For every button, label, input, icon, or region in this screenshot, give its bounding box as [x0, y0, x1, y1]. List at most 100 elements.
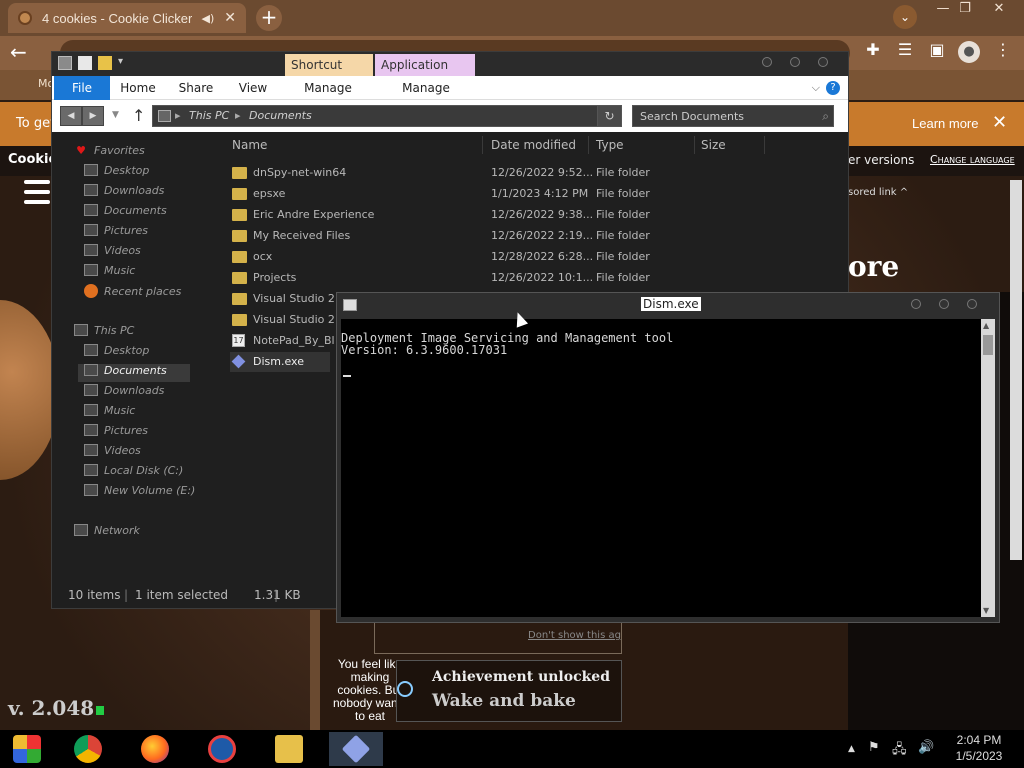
- tab-close-icon[interactable]: ✕: [224, 10, 236, 26]
- column-name[interactable]: Name: [232, 138, 267, 152]
- nav-fav-pictures[interactable]: Pictures: [84, 224, 148, 242]
- change-language-link[interactable]: Change language: [930, 153, 1015, 166]
- file-row[interactable]: Visual Studio 2: [230, 289, 340, 309]
- tab-view[interactable]: View: [234, 76, 272, 100]
- nav-fav-downloads[interactable]: Downloads: [84, 184, 164, 202]
- help-icon[interactable]: ?: [826, 81, 840, 95]
- file-row[interactable]: My Received Files 12/26/2022 2:19... File …: [230, 226, 770, 246]
- nav-pc-documents[interactable]: Documents: [78, 364, 190, 382]
- action-center-flag-icon[interactable]: ⚑: [868, 740, 880, 755]
- tab-search-button[interactable]: ⌄: [893, 5, 917, 29]
- nav-fav-videos[interactable]: Videos: [84, 244, 141, 262]
- file-row[interactable]: Eric Andre Experience 12/26/2022 9:38... F…: [230, 205, 770, 225]
- nav-fav-recent-places[interactable]: Recent places: [84, 284, 181, 302]
- up-arrow-icon[interactable]: ↑: [132, 106, 145, 125]
- restore-button[interactable]: ❐: [950, 0, 980, 18]
- column-divider[interactable]: [764, 136, 765, 154]
- file-row[interactable]: Projects 12/26/2022 10:1... File folder: [230, 268, 770, 288]
- search-icon[interactable]: ⌕: [822, 109, 829, 124]
- reading-list-icon[interactable]: ☰: [894, 40, 916, 59]
- breadcrumb-documents[interactable]: Documents: [249, 109, 312, 122]
- scroll-down-icon[interactable]: ▼: [983, 606, 989, 615]
- tab-share[interactable]: Share: [176, 76, 216, 100]
- start-button[interactable]: [0, 732, 54, 766]
- new-document-icon[interactable]: [78, 56, 92, 70]
- nav-fav-music[interactable]: Music: [84, 264, 135, 282]
- refresh-icon[interactable]: ↻: [597, 106, 621, 126]
- column-date-modified[interactable]: Date modified: [491, 138, 576, 152]
- address-bar[interactable]: ▸ This PC ▸ Documents ↻: [152, 105, 622, 127]
- back-button[interactable]: ◀: [60, 106, 82, 126]
- shortcut-tools-tab[interactable]: Shortcut Tools: [285, 54, 373, 94]
- application-tools-tab[interactable]: Application Tools: [375, 54, 475, 94]
- expand-ribbon-icon[interactable]: ⌵: [812, 76, 820, 100]
- nav-fav-desktop[interactable]: Desktop: [84, 164, 149, 182]
- taskbar-chrome[interactable]: [61, 732, 115, 766]
- puzzle-icon[interactable]: ✚: [862, 40, 884, 59]
- tab-home[interactable]: Home: [118, 76, 158, 100]
- network-icon[interactable]: 🖧: [892, 740, 907, 762]
- file-row-selected[interactable]: Dism.exe: [230, 352, 330, 372]
- taskbar-edge[interactable]: [195, 732, 249, 766]
- menu-icon[interactable]: [24, 180, 50, 210]
- system-clock[interactable]: 2:04 PM 1/5/2023: [946, 732, 1012, 764]
- browser-tab[interactable]: 4 cookies - Cookie Clicker ◀) ✕: [8, 3, 246, 33]
- audio-icon[interactable]: ◀): [202, 12, 215, 25]
- column-size[interactable]: Size: [701, 138, 726, 152]
- sponsored-link[interactable]: sored link ^: [848, 187, 908, 198]
- customize-dropdown-icon[interactable]: ▾: [118, 56, 123, 70]
- other-versions-link[interactable]: er versions: [848, 153, 914, 167]
- nav-pc-desktop[interactable]: Desktop: [84, 344, 149, 362]
- column-type[interactable]: Type: [596, 138, 624, 152]
- minimize-button[interactable]: [911, 299, 921, 309]
- achievement-notification[interactable]: Achievement unlocked Wake and bake: [396, 660, 622, 722]
- more-icon[interactable]: ⋮: [992, 40, 1014, 59]
- close-button[interactable]: [818, 57, 828, 67]
- taskbar-dism[interactable]: [329, 732, 383, 766]
- nav-pc-pictures[interactable]: Pictures: [84, 424, 148, 442]
- taskbar-firefox[interactable]: [128, 732, 182, 766]
- tab-manage-application[interactable]: Manage: [400, 76, 452, 100]
- taskbar-file-explorer[interactable]: [262, 732, 316, 766]
- minimize-button[interactable]: [762, 57, 772, 67]
- close-button[interactable]: [967, 299, 977, 309]
- nav-new-volume[interactable]: New Volume (E:): [84, 484, 195, 502]
- console-app-icon[interactable]: [343, 299, 357, 311]
- avatar-icon[interactable]: ●: [958, 41, 980, 63]
- tab-manage-shortcut[interactable]: Manage: [302, 76, 354, 100]
- file-row[interactable]: epsxe 1/1/2023 4:12 PM File folder: [230, 184, 770, 204]
- folder-properties-icon[interactable]: [58, 56, 72, 70]
- console-scrollbar[interactable]: ▲ ▼: [981, 319, 995, 617]
- file-row[interactable]: ocx 12/28/2022 6:28... File folder: [230, 247, 770, 267]
- nav-this-pc[interactable]: This PC: [74, 324, 134, 342]
- file-row[interactable]: Visual Studio 2: [230, 310, 340, 330]
- search-input[interactable]: Search Documents ⌕: [632, 105, 834, 127]
- forward-button[interactable]: ▶: [82, 106, 104, 126]
- nav-network[interactable]: Network: [74, 524, 140, 542]
- maximize-button[interactable]: [790, 57, 800, 67]
- new-folder-icon[interactable]: [98, 56, 112, 70]
- breadcrumb-this-pc[interactable]: This PC: [189, 109, 229, 122]
- console-output[interactable]: Deployment Image Servicing and Managemen…: [341, 319, 981, 617]
- nav-favorites[interactable]: ♥ Favorites: [74, 144, 145, 162]
- sidepanel-icon[interactable]: ▣: [926, 40, 948, 59]
- banner-close-icon[interactable]: ✕: [992, 112, 1007, 133]
- column-divider[interactable]: [588, 136, 589, 154]
- nav-pc-music[interactable]: Music: [84, 404, 135, 422]
- dont-show-link[interactable]: Don't show this ag: [528, 630, 621, 641]
- scrollbar-thumb[interactable]: [983, 335, 993, 355]
- close-window-button[interactable]: ✕: [984, 0, 1014, 18]
- maximize-button[interactable]: [939, 299, 949, 309]
- tab-file[interactable]: File: [54, 76, 110, 100]
- column-divider[interactable]: [694, 136, 695, 154]
- scroll-up-icon[interactable]: ▲: [983, 321, 989, 330]
- learn-more-link[interactable]: Learn more: [912, 116, 978, 131]
- tray-expand-icon[interactable]: ▲: [848, 744, 855, 754]
- nav-pc-downloads[interactable]: Downloads: [84, 384, 164, 402]
- nav-local-disk[interactable]: Local Disk (C:): [84, 464, 183, 482]
- column-divider[interactable]: [482, 136, 483, 154]
- nav-fav-documents[interactable]: Documents: [84, 204, 167, 222]
- file-row[interactable]: dnSpy-net-win64 12/26/2022 9:52... File fo…: [230, 163, 770, 183]
- back-arrow-icon[interactable]: ←: [10, 40, 27, 64]
- new-tab-button[interactable]: +: [256, 5, 282, 31]
